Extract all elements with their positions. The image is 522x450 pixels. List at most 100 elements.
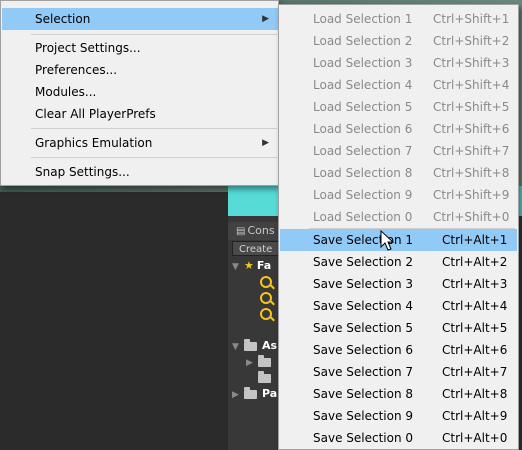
menu-item-save-selection-8[interactable]: Save Selection 8 Ctrl+Alt+8 bbox=[280, 383, 517, 405]
menu-item-label: Save Selection 8 bbox=[313, 387, 414, 401]
console-icon: ▤ bbox=[236, 226, 246, 237]
edit-menu-dropdown: Selection ▶ Project Settings... Preferen… bbox=[0, 0, 279, 186]
menu-item-label: Load Selection 5 bbox=[313, 100, 413, 114]
tree-item-folder[interactable]: ▶ bbox=[246, 354, 276, 370]
menu-item-save-selection-4[interactable]: Save Selection 4 Ctrl+Alt+4 bbox=[280, 295, 517, 317]
menu-item-label: Load Selection 6 bbox=[313, 122, 413, 136]
menu-item-label: Load Selection 1 bbox=[313, 12, 413, 26]
folder-icon bbox=[258, 370, 271, 383]
menu-item-label: Save Selection 7 bbox=[313, 365, 414, 379]
tree-item-search[interactable] bbox=[260, 306, 272, 322]
shortcut-label: Ctrl+Shift+3 bbox=[433, 56, 510, 70]
menu-item-save-selection-5[interactable]: Save Selection 5 Ctrl+Alt+5 bbox=[280, 317, 517, 339]
expand-arrow-icon[interactable]: ▶ bbox=[246, 355, 258, 371]
shortcut-label: Ctrl+Alt+6 bbox=[442, 343, 508, 357]
menu-item-label: Save Selection 0 bbox=[313, 431, 414, 445]
shortcut-label: Ctrl+Shift+5 bbox=[433, 100, 510, 114]
shortcut-label: Ctrl+Shift+8 bbox=[433, 166, 510, 180]
menu-item-load-selection-8[interactable]: Load Selection 8 Ctrl+Shift+8 bbox=[280, 162, 517, 184]
tree-item-packages[interactable]: ▶ Pa bbox=[232, 386, 277, 402]
magnifier-icon bbox=[260, 276, 272, 288]
shortcut-label: Ctrl+Shift+2 bbox=[433, 34, 510, 48]
menu-item-preferences[interactable]: Preferences... bbox=[2, 59, 278, 81]
menu-item-load-selection-7[interactable]: Load Selection 7 Ctrl+Shift+7 bbox=[280, 140, 517, 162]
menu-item-load-selection-9[interactable]: Load Selection 9 Ctrl+Shift+9 bbox=[280, 184, 517, 206]
folder-icon bbox=[244, 338, 257, 351]
menu-item-save-selection-0[interactable]: Save Selection 0 Ctrl+Alt+0 bbox=[280, 427, 517, 449]
shortcut-label: Ctrl+Alt+5 bbox=[442, 321, 508, 335]
shortcut-label: Ctrl+Shift+7 bbox=[433, 144, 510, 158]
menu-separator bbox=[31, 128, 277, 129]
menu-item-save-selection-2[interactable]: Save Selection 2 Ctrl+Alt+2 bbox=[280, 251, 517, 273]
menu-item-load-selection-5[interactable]: Load Selection 5 Ctrl+Shift+5 bbox=[280, 96, 517, 118]
menu-item-project-settings[interactable]: Project Settings... bbox=[2, 37, 278, 59]
menu-item-load-selection-4[interactable]: Load Selection 4 Ctrl+Shift+4 bbox=[280, 74, 517, 96]
expand-arrow-icon[interactable]: ▼ bbox=[232, 339, 244, 355]
menu-item-save-selection-1[interactable]: Save Selection 1 Ctrl+Alt+1 bbox=[280, 229, 517, 251]
menu-item-load-selection-1[interactable]: Load Selection 1 Ctrl+Shift+1 bbox=[280, 8, 517, 30]
create-button-label: Create bbox=[239, 244, 273, 255]
selection-submenu: Load Selection 1 Ctrl+Shift+1 Load Selec… bbox=[278, 4, 519, 450]
shortcut-label: Ctrl+Alt+3 bbox=[442, 277, 508, 291]
shortcut-label: Ctrl+Alt+7 bbox=[442, 365, 508, 379]
menu-item-label: Load Selection 3 bbox=[313, 56, 413, 70]
folder-icon bbox=[258, 354, 271, 367]
create-button[interactable]: Create bbox=[232, 241, 280, 256]
mouse-cursor-icon bbox=[380, 230, 395, 251]
menu-item-snap-settings[interactable]: Snap Settings... bbox=[2, 161, 278, 183]
menu-item-load-selection-0[interactable]: Load Selection 0 Ctrl+Shift+0 bbox=[280, 206, 517, 228]
menu-item-save-selection-3[interactable]: Save Selection 3 Ctrl+Alt+3 bbox=[280, 273, 517, 295]
tree-item-label: Fa bbox=[256, 259, 272, 272]
menu-item-modules[interactable]: Modules... bbox=[2, 81, 278, 103]
menu-item-clear-all-playerprefs[interactable]: Clear All PlayerPrefs bbox=[2, 103, 278, 125]
tree-item-search[interactable] bbox=[260, 274, 272, 290]
menu-item-load-selection-3[interactable]: Load Selection 3 Ctrl+Shift+3 bbox=[280, 52, 517, 74]
menu-separator bbox=[31, 34, 277, 35]
menu-separator bbox=[31, 157, 277, 158]
menu-item-label: Load Selection 4 bbox=[313, 78, 413, 92]
tree-item-assets[interactable]: ▼ As bbox=[232, 338, 277, 354]
shortcut-label: Ctrl+Shift+4 bbox=[433, 78, 510, 92]
menu-item-label: Save Selection 1 bbox=[313, 233, 414, 247]
menu-item-label: Save Selection 9 bbox=[313, 409, 414, 423]
shortcut-label: Ctrl+Alt+2 bbox=[442, 255, 508, 269]
magnifier-icon bbox=[260, 292, 272, 304]
tree-item-search[interactable] bbox=[260, 290, 272, 306]
menu-item-label: Project Settings... bbox=[35, 41, 141, 55]
menu-item-label: Modules... bbox=[35, 85, 97, 99]
tree-item-label: Pa bbox=[262, 387, 278, 400]
menu-item-label: Load Selection 9 bbox=[313, 188, 413, 202]
menu-item-graphics-emulation[interactable]: Graphics Emulation ▶ bbox=[2, 132, 278, 154]
menu-item-label: Load Selection 7 bbox=[313, 144, 413, 158]
menu-item-save-selection-9[interactable]: Save Selection 9 Ctrl+Alt+9 bbox=[280, 405, 517, 427]
tree-item-label: As bbox=[262, 339, 278, 352]
shortcut-label: Ctrl+Alt+9 bbox=[442, 409, 508, 423]
shortcut-label: Ctrl+Shift+0 bbox=[433, 210, 510, 224]
menu-item-label: Save Selection 2 bbox=[313, 255, 414, 269]
expand-arrow-icon[interactable]: ▼ bbox=[232, 259, 244, 275]
expand-arrow-icon[interactable]: ▶ bbox=[232, 387, 244, 403]
tree-item-favorites[interactable]: ▼ ★ Fa bbox=[232, 258, 271, 274]
menu-item-label: Save Selection 4 bbox=[313, 299, 414, 313]
menu-item-label: Save Selection 5 bbox=[313, 321, 414, 335]
star-icon: ★ bbox=[244, 259, 254, 272]
tree-item-folder[interactable] bbox=[258, 370, 276, 386]
menu-item-save-selection-6[interactable]: Save Selection 6 Ctrl+Alt+6 bbox=[280, 339, 517, 361]
console-tab-label: Cons bbox=[247, 224, 275, 237]
shortcut-label: Ctrl+Shift+6 bbox=[433, 122, 510, 136]
shortcut-label: Ctrl+Shift+1 bbox=[433, 12, 510, 26]
menu-item-label: Load Selection 0 bbox=[313, 210, 413, 224]
menu-item-save-selection-7[interactable]: Save Selection 7 Ctrl+Alt+7 bbox=[280, 361, 517, 383]
submenu-arrow-icon: ▶ bbox=[262, 138, 269, 148]
menu-item-label: Load Selection 2 bbox=[313, 34, 413, 48]
menu-item-load-selection-2[interactable]: Load Selection 2 Ctrl+Shift+2 bbox=[280, 30, 517, 52]
menu-item-load-selection-6[interactable]: Load Selection 6 Ctrl+Shift+6 bbox=[280, 118, 517, 140]
shortcut-label: Ctrl+Alt+1 bbox=[442, 233, 508, 247]
menu-item-label: Snap Settings... bbox=[35, 165, 130, 179]
shortcut-label: Ctrl+Alt+8 bbox=[442, 387, 508, 401]
menu-item-label: Graphics Emulation bbox=[35, 136, 153, 150]
menu-item-label: Preferences... bbox=[35, 63, 118, 77]
menu-item-selection[interactable]: Selection ▶ bbox=[2, 8, 278, 30]
folder-icon bbox=[244, 386, 257, 399]
menu-item-label: Selection bbox=[35, 12, 91, 26]
